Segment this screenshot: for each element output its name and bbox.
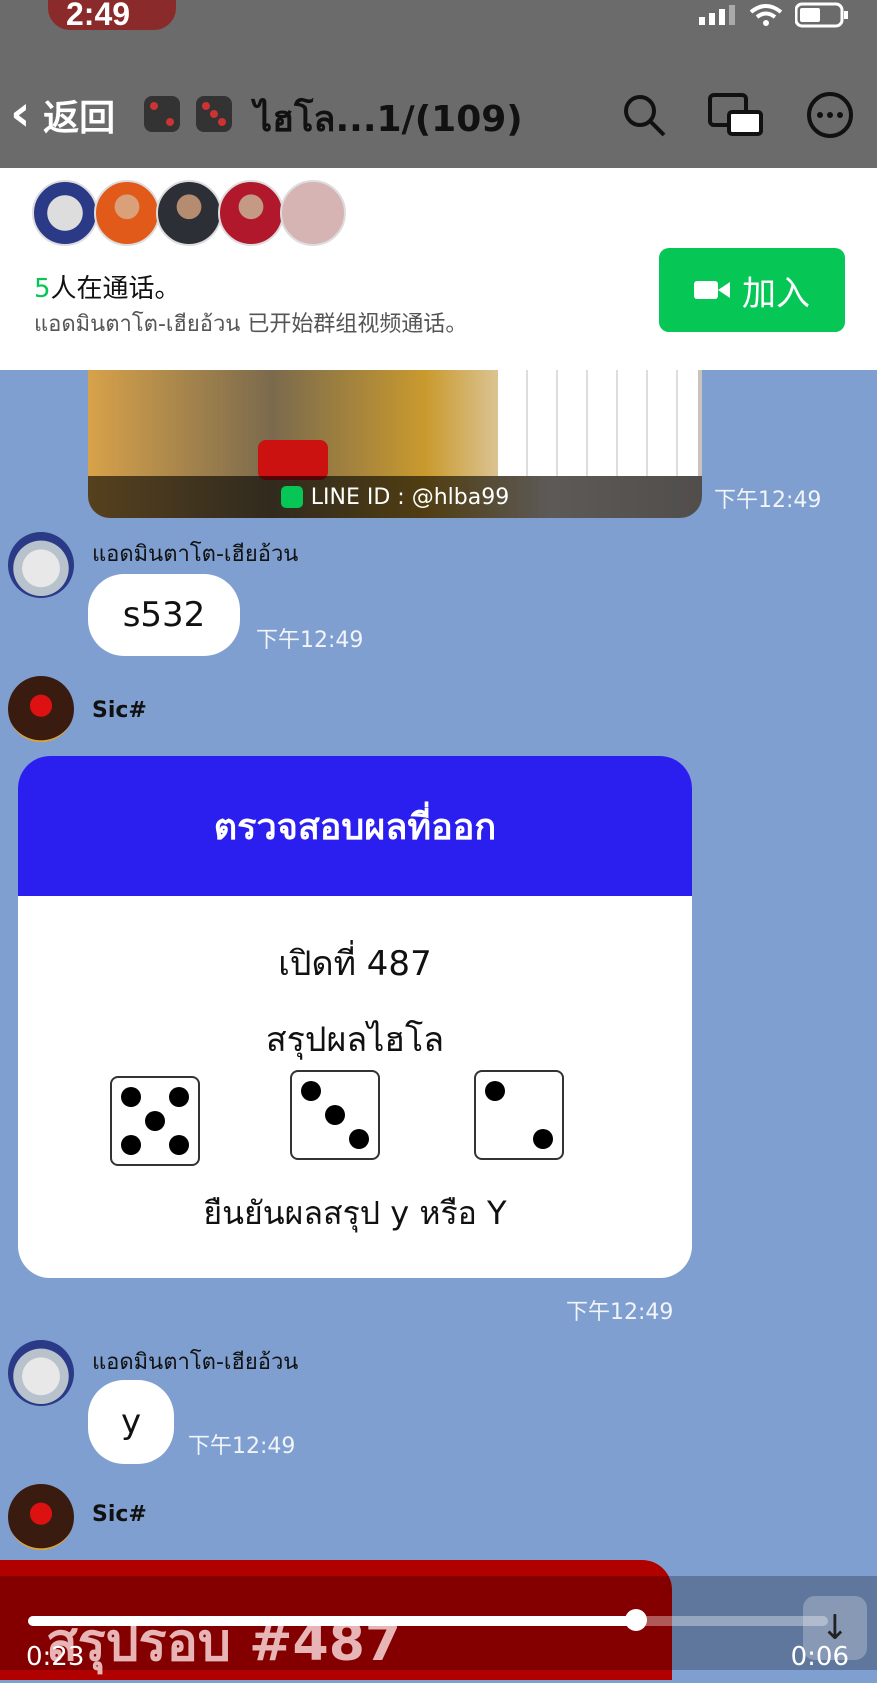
die-pip [325,1105,345,1125]
arrow-down-icon: ↓ [820,1608,850,1648]
progress-knob[interactable] [625,1609,647,1631]
avatar[interactable] [8,1340,74,1406]
more-icon[interactable] [805,90,855,140]
join-call-button[interactable]: 加入 [659,248,845,332]
confirm-text: ยืนยันผลสรุป y หรือ Y [203,1194,507,1232]
avatar[interactable] [8,532,74,598]
timestamp: 下午12:49 [566,1300,674,1325]
die-2 [474,1070,564,1160]
dice-emoji [140,92,236,136]
avatar [32,180,98,246]
score-table-photo [498,370,698,476]
timestamp: 下午12:49 [256,628,364,653]
die-3 [290,1070,380,1160]
line-logo-icon [280,486,303,508]
elapsed-time: 0:23 [26,1642,85,1672]
die-pip [169,1135,190,1156]
die-pip [120,1135,141,1156]
back-label: 返回 [43,98,116,139]
video-camera-icon [694,281,730,299]
search-icon[interactable] [621,92,667,138]
screen-share-icon[interactable] [707,92,765,138]
die-pip [145,1111,165,1131]
result-card[interactable]: ตรวจสอบผลที่ออก เปิดที่ 487 สรุปผลไฮโล ย… [18,756,692,1278]
dice-photo [258,440,328,480]
image-message[interactable]: LINE ID : @hlba99 [88,370,702,518]
avatar [218,180,284,246]
status-icons [697,0,849,30]
chevron-left-icon: ‹ [10,84,31,142]
message-bubble[interactable]: y [88,1380,174,1464]
line-id-caption: LINE ID : @hlba99 [88,476,702,518]
call-count: 5人在通话。 [34,274,181,304]
page-title: ไฮโล...1/(109) [254,99,523,140]
die-pip [349,1129,370,1150]
die-pip [484,1080,505,1101]
die-pip [533,1129,554,1150]
sender-name: แอดมินตาโต-เฮียอ้วน [92,542,299,567]
die-pip [300,1080,321,1101]
status-time: 2:49 [66,0,131,32]
wifi-icon [749,4,783,26]
call-banner: 5人在通话。 แอดมินตาโต-เฮียอ้วน 已开始群组视频通话。 加入 [0,168,877,370]
sender-name: แอดมินตาโต-เฮียอ้วน [92,1350,299,1375]
sender-name: Sic# [92,1502,147,1527]
scroll-down-button[interactable]: ↓ [803,1596,867,1660]
card-header: ตรวจสอบผลที่ออก [18,756,692,896]
signal-icon [699,5,735,25]
avatar [280,180,346,246]
avatar [94,180,160,246]
die-pip [169,1086,190,1107]
result-title: สรุปผลไฮโล [265,1020,445,1060]
nav-actions [621,90,855,140]
battery-icon [795,2,848,28]
message-bubble[interactable]: s532 [88,574,240,656]
progress-fill [28,1616,636,1626]
summary-title: สรุปรอบ #487 [46,1613,402,1673]
back-button[interactable]: ‹ 返回 [10,84,115,142]
avatar [156,180,222,246]
sender-name: Sic# [92,698,147,723]
die-5 [110,1076,200,1166]
round-number: เปิดที่ 487 [278,944,432,984]
timestamp: 下午12:49 [188,1434,296,1459]
join-label: 加入 [742,273,810,314]
die-pip [120,1086,141,1107]
avatar[interactable] [8,676,74,742]
call-subtitle: แอดมินตาโต-เฮียอ้วน 已开始群组视频通话。 [34,312,468,337]
timestamp: 下午12:49 [714,488,822,513]
avatar[interactable] [8,1484,74,1550]
